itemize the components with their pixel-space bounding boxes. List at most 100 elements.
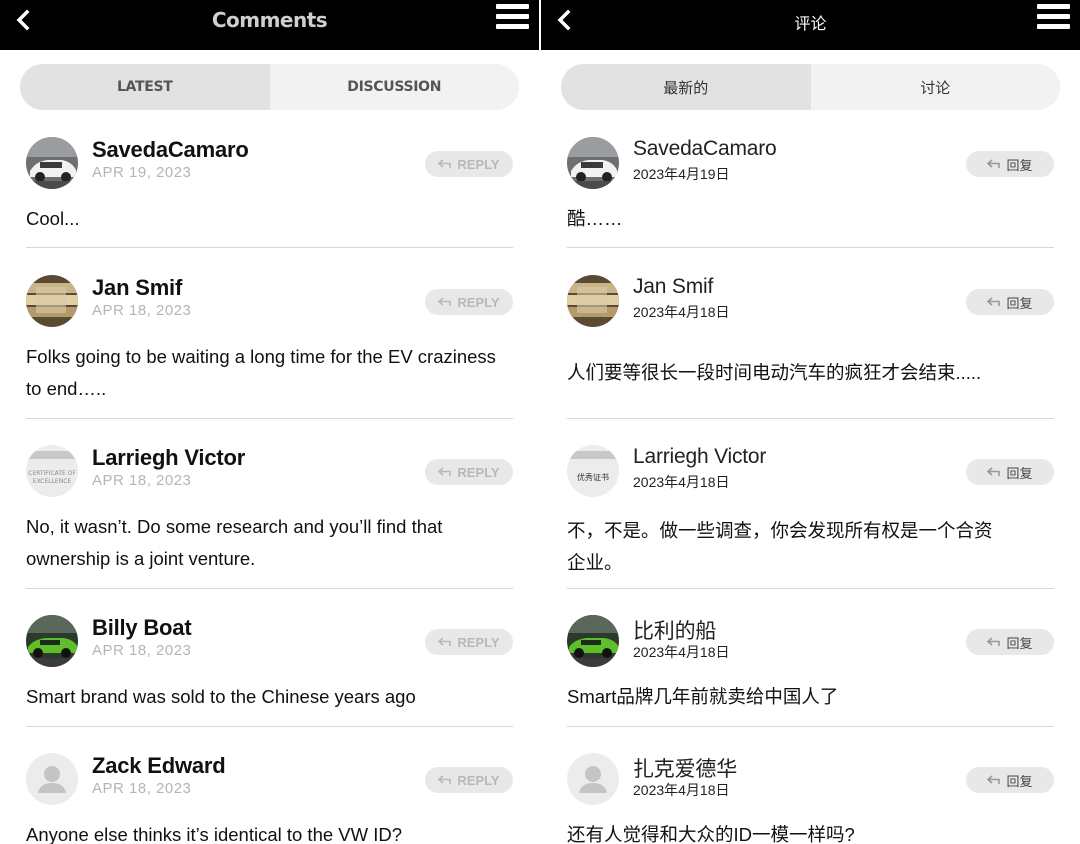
right-pane: 评论 最新的 讨论 SavedaCamaro 2023年4月19日 回复 酷…… <box>541 0 1080 844</box>
user-avatar[interactable]: 优秀证书 <box>567 445 619 497</box>
comment-divider <box>567 588 1054 589</box>
certificate-text: CERTIFICATE OF <box>28 470 76 477</box>
reply-button[interactable]: 回复 <box>966 459 1054 485</box>
comment-text: Smart brand was sold to the Chinese year… <box>26 686 416 707</box>
comment-divider <box>26 418 513 419</box>
comment-divider <box>567 418 1054 419</box>
tab-discussion[interactable]: DISCUSSION <box>269 64 519 110</box>
reply-button[interactable]: 回复 <box>966 289 1054 315</box>
comment-text: 还有人觉得和大众的ID一模一样吗? <box>567 824 855 844</box>
reply-label: REPLY <box>457 464 500 480</box>
reply-label: 回复 <box>1006 157 1033 173</box>
tab-latest[interactable]: 最新的 <box>561 64 811 110</box>
reply-icon <box>438 297 452 306</box>
reply-button[interactable]: REPLY <box>425 289 513 315</box>
comment-date: 2023年4月18日 <box>633 474 730 490</box>
left-pane: Comments LATEST DISCUSSION SavedaCamaro … <box>0 0 539 844</box>
comment-date: 2023年4月18日 <box>633 782 730 798</box>
user-avatar[interactable] <box>26 275 78 327</box>
hamburger-menu-icon[interactable] <box>1037 4 1070 33</box>
default-user-avatar <box>26 753 78 805</box>
reply-label: REPLY <box>457 772 500 788</box>
user-avatar[interactable] <box>26 137 78 189</box>
comment-author[interactable]: SavedaCamaro <box>633 137 777 161</box>
gold-coins-avatar <box>567 275 619 327</box>
page-title: Comments <box>211 8 328 32</box>
comment-author[interactable]: SavedaCamaro <box>92 137 249 163</box>
comment-date: 2023年4月18日 <box>633 304 730 320</box>
reply-label: 回复 <box>1006 635 1033 651</box>
green-car-avatar <box>567 615 619 667</box>
user-avatar[interactable] <box>567 275 619 327</box>
comment-divider <box>567 726 1054 727</box>
comment-date: APR 18, 2023 <box>92 642 192 659</box>
user-avatar[interactable] <box>26 615 78 667</box>
reply-icon <box>438 775 452 784</box>
user-avatar[interactable] <box>26 753 78 805</box>
header-bar: 评论 <box>541 0 1080 50</box>
comment-author[interactable]: 扎克爱德华 <box>633 753 737 783</box>
comment-text: Folks going to be waiting a long time fo… <box>26 346 496 399</box>
reply-icon <box>438 467 452 476</box>
reply-button[interactable]: 回复 <box>966 629 1054 655</box>
comment-author[interactable]: Larriegh Victor <box>92 445 245 471</box>
user-avatar[interactable]: CERTIFICATE OF EXCELLENCE <box>26 445 78 497</box>
reply-icon <box>987 467 1001 476</box>
comment-author[interactable]: Jan Smif <box>92 275 182 301</box>
reply-label: 回复 <box>1006 295 1033 311</box>
comment-text: No, it wasn’t. Do some research and you’… <box>26 516 443 569</box>
reply-icon <box>987 159 1001 168</box>
comment-date: APR 18, 2023 <box>92 472 192 489</box>
comment-text: 酷…… <box>567 208 623 229</box>
header-bar: Comments <box>0 0 539 50</box>
reply-icon <box>987 297 1001 306</box>
sort-tabs: 最新的 讨论 <box>561 64 1060 110</box>
reply-label: REPLY <box>457 634 500 650</box>
comment-text: Anyone else thinks it’s identical to the… <box>26 824 403 844</box>
hamburger-menu-icon[interactable] <box>496 4 529 33</box>
svg-text:EXCELLENCE: EXCELLENCE <box>33 478 72 485</box>
comment-text: 人们要等很长一段时间电动汽车的疯狂才会结束..... <box>567 362 982 383</box>
reply-label: REPLY <box>457 294 500 310</box>
comment-author[interactable]: Billy Boat <box>92 615 192 641</box>
reply-label: 回复 <box>1006 773 1033 789</box>
user-avatar[interactable] <box>567 137 619 189</box>
comment-text: Cool... <box>26 208 80 229</box>
comment-divider <box>26 247 513 248</box>
comment-divider <box>567 247 1054 248</box>
sort-tabs: LATEST DISCUSSION <box>20 64 519 110</box>
certificate-text: 优秀证书 <box>577 472 609 482</box>
reply-button[interactable]: REPLY <box>425 629 513 655</box>
user-avatar[interactable] <box>567 615 619 667</box>
comment-date: APR 19, 2023 <box>92 164 192 181</box>
comment-text: 不，不是。做一些调查，你会发现所有权是一个合资企业。 <box>567 520 993 573</box>
reply-icon <box>987 775 1001 784</box>
user-avatar[interactable] <box>567 753 619 805</box>
comment-author[interactable]: Larriegh Victor <box>633 445 766 469</box>
reply-label: REPLY <box>457 156 500 172</box>
reply-icon <box>438 637 452 646</box>
reply-button[interactable]: REPLY <box>425 151 513 177</box>
reply-button[interactable]: 回复 <box>966 767 1054 793</box>
page-title: 评论 <box>794 16 827 33</box>
comment-text: Smart品牌几年前就卖给中国人了 <box>567 686 839 707</box>
reply-label: 回复 <box>1006 465 1033 481</box>
comment-author[interactable]: 比利的船 <box>633 615 716 645</box>
reply-button[interactable]: 回复 <box>966 151 1054 177</box>
car-avatar <box>567 137 619 189</box>
reply-icon <box>987 637 1001 646</box>
tab-latest[interactable]: LATEST <box>20 64 270 110</box>
reply-button[interactable]: REPLY <box>425 459 513 485</box>
gold-coins-avatar <box>26 275 78 327</box>
green-car-avatar <box>26 615 78 667</box>
comment-author[interactable]: Jan Smif <box>633 275 713 299</box>
certificate-avatar: CERTIFICATE OF EXCELLENCE <box>26 445 78 497</box>
comment-author[interactable]: Zack Edward <box>92 753 226 779</box>
reply-icon <box>438 159 452 168</box>
comment-divider <box>26 588 513 589</box>
tab-discussion[interactable]: 讨论 <box>810 64 1060 110</box>
comment-date: 2023年4月18日 <box>633 644 730 660</box>
comment-date: APR 18, 2023 <box>92 780 192 797</box>
reply-button[interactable]: REPLY <box>425 767 513 793</box>
comment-date: 2023年4月19日 <box>633 166 730 182</box>
